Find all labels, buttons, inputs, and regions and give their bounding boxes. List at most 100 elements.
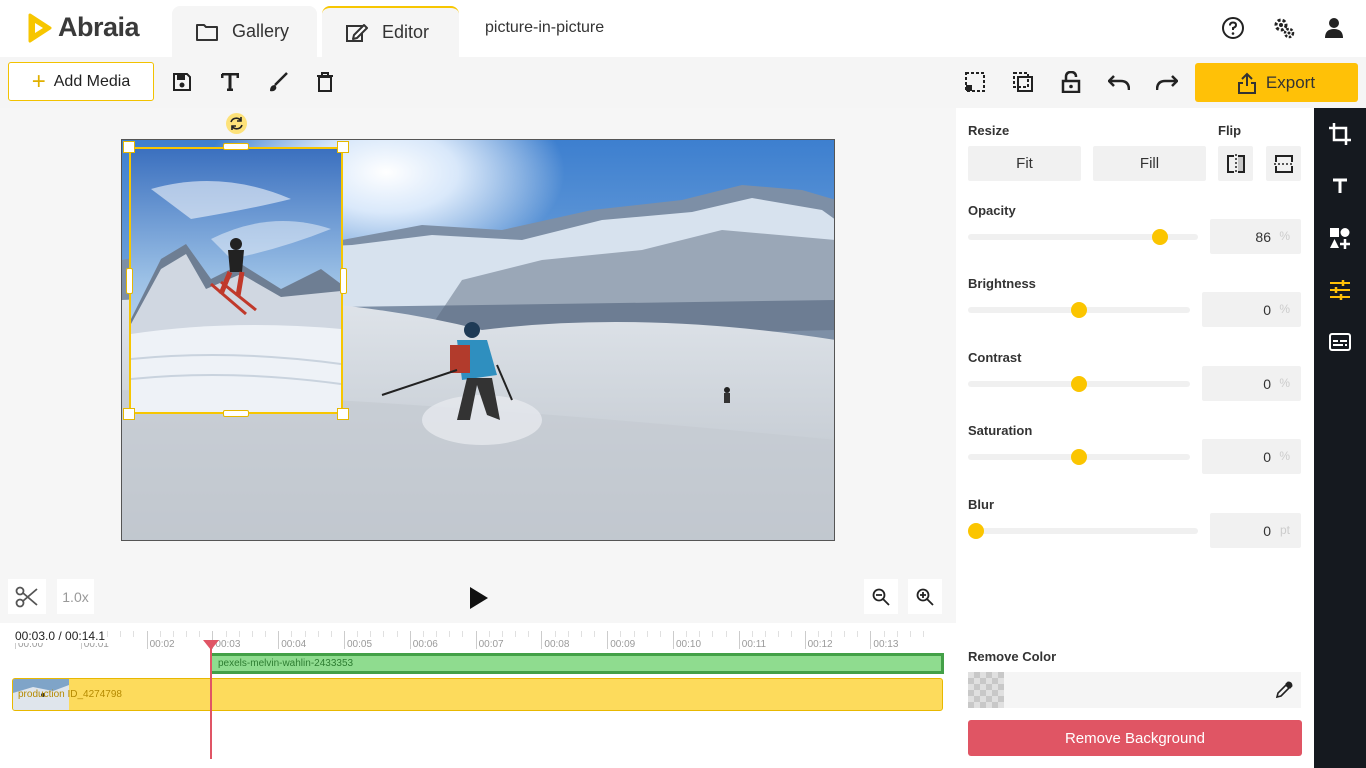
resize-handle-top-left[interactable]: [123, 141, 135, 153]
playhead[interactable]: [210, 643, 212, 759]
settings-icon[interactable]: [1272, 16, 1296, 40]
user-icon[interactable]: [1322, 16, 1346, 40]
crop-icon[interactable]: [1328, 122, 1352, 146]
main-track-clip[interactable]: production ID_4274798: [12, 678, 943, 711]
flip-vertical-button[interactable]: [1266, 146, 1301, 181]
ruler-minor-tick: [659, 631, 661, 637]
duplicate-icon[interactable]: [1011, 70, 1035, 94]
fit-button[interactable]: Fit: [968, 146, 1081, 181]
abraia-logo[interactable]: Abraia: [26, 12, 140, 43]
brush-icon[interactable]: [266, 70, 290, 94]
ruler-minor-tick: [159, 631, 161, 637]
brightness-value-input[interactable]: 0%: [1202, 292, 1301, 327]
help-icon[interactable]: [1221, 16, 1245, 40]
blur-slider[interactable]: [968, 528, 1198, 534]
undo-icon[interactable]: [1107, 70, 1131, 94]
play-button[interactable]: [466, 585, 490, 616]
ruler-minor-tick: [501, 631, 503, 637]
playhead-marker[interactable]: [203, 640, 219, 650]
resize-handle-top-right[interactable]: [337, 141, 349, 153]
playback-speed[interactable]: 1.0x: [57, 579, 94, 614]
opacity-label: Opacity: [968, 203, 1016, 218]
ruler-tick: [738, 631, 740, 649]
select-icon[interactable]: [963, 70, 987, 94]
resize-handle-top[interactable]: [223, 143, 249, 150]
contrast-value: 0: [1263, 376, 1271, 392]
document-title[interactable]: picture-in-picture: [485, 19, 604, 37]
flip-vertical-icon: [1273, 154, 1294, 173]
ruler-tick: [541, 631, 543, 649]
ruler-minor-tick: [528, 631, 530, 637]
ruler-tick-label: 00:13: [873, 639, 899, 650]
contrast-slider-thumb[interactable]: [1071, 376, 1087, 392]
ruler-tick-label: 00:02: [149, 639, 175, 650]
contrast-label: Contrast: [968, 350, 1022, 365]
add-media-button[interactable]: + Add Media: [8, 62, 154, 101]
ruler-minor-tick: [646, 631, 648, 637]
text-tool-icon[interactable]: [1328, 174, 1352, 198]
properties-panel: Resize Flip Fit Fill Opacity 86% Brightnes…: [956, 108, 1314, 768]
blur-slider-thumb[interactable]: [968, 523, 984, 539]
resize-handle-right[interactable]: [340, 268, 347, 294]
eyedropper-icon[interactable]: [1275, 681, 1293, 704]
overlay-track-clip[interactable]: pexels-melvin-wahlin-2433353: [210, 653, 944, 674]
ruler-tick-label: 00:08: [544, 639, 570, 650]
shapes-icon[interactable]: [1328, 226, 1352, 250]
pip-overlay-image[interactable]: [129, 147, 343, 414]
brightness-unit: %: [1279, 302, 1290, 316]
blur-value-input[interactable]: 0 pt: [1210, 513, 1301, 548]
save-icon[interactable]: [170, 70, 194, 94]
trash-icon[interactable]: [313, 70, 337, 94]
ruler-tick: [475, 631, 477, 649]
redo-icon[interactable]: [1155, 70, 1179, 94]
ruler-tick: [278, 631, 280, 649]
plus-icon: +: [31, 67, 46, 95]
resize-handle-bottom-left[interactable]: [123, 408, 135, 420]
ruler-minor-tick: [699, 631, 701, 637]
opacity-unit: %: [1279, 229, 1290, 243]
ruler-minor-tick: [265, 631, 267, 637]
ruler-minor-tick: [422, 631, 424, 637]
brightness-slider-thumb[interactable]: [1071, 302, 1087, 318]
ruler-tick-label: 00:07: [478, 639, 504, 650]
subtitles-icon[interactable]: [1328, 330, 1352, 354]
ruler-minor-tick: [515, 631, 517, 637]
ruler-minor-tick: [817, 631, 819, 637]
timeline-ruler[interactable]: 00:00 00:01 00:02 00:03 00:04 00:05 00:06 00:07…: [12, 631, 944, 650]
zoom-out-button[interactable]: [864, 579, 898, 614]
tab-editor-label: Editor: [382, 22, 430, 42]
saturation-value-input[interactable]: 0%: [1202, 439, 1301, 474]
ski-jump-image: [131, 149, 341, 412]
lock-icon[interactable]: [1059, 70, 1083, 94]
ruler-minor-tick: [778, 631, 780, 637]
ruler-minor-tick: [186, 631, 188, 637]
transparent-swatch[interactable]: [968, 672, 1004, 708]
opacity-value-input[interactable]: 86%: [1210, 219, 1301, 254]
saturation-slider-thumb[interactable]: [1071, 449, 1087, 465]
export-label: Export: [1265, 72, 1316, 92]
zoom-in-button[interactable]: [908, 579, 942, 614]
text-icon[interactable]: [218, 70, 242, 94]
flip-horizontal-button[interactable]: [1218, 146, 1253, 181]
ruler-minor-tick: [712, 631, 714, 637]
folder-icon: [196, 23, 218, 41]
contrast-value-input[interactable]: 0%: [1202, 366, 1301, 401]
opacity-slider-thumb[interactable]: [1152, 229, 1169, 245]
resize-handle-bottom-right[interactable]: [337, 408, 349, 420]
resize-handle-left[interactable]: [126, 268, 133, 294]
zoom-in-icon: [916, 588, 934, 606]
ruler-minor-tick: [620, 631, 622, 637]
resize-handle-bottom[interactable]: [223, 410, 249, 417]
export-button[interactable]: Export: [1195, 63, 1358, 102]
fill-button[interactable]: Fill: [1093, 146, 1206, 181]
editor-canvas: [0, 108, 956, 573]
remove-background-button[interactable]: Remove Background: [968, 720, 1302, 756]
cut-button[interactable]: [8, 579, 46, 614]
ruler-minor-tick: [580, 631, 582, 637]
adjust-icon[interactable]: [1328, 278, 1352, 302]
ruler-tick: [804, 631, 806, 649]
remove-color-picker[interactable]: [968, 672, 1301, 708]
tab-editor[interactable]: Editor: [322, 6, 459, 57]
rotate-handle[interactable]: [226, 113, 247, 134]
tab-gallery[interactable]: Gallery: [172, 6, 317, 57]
